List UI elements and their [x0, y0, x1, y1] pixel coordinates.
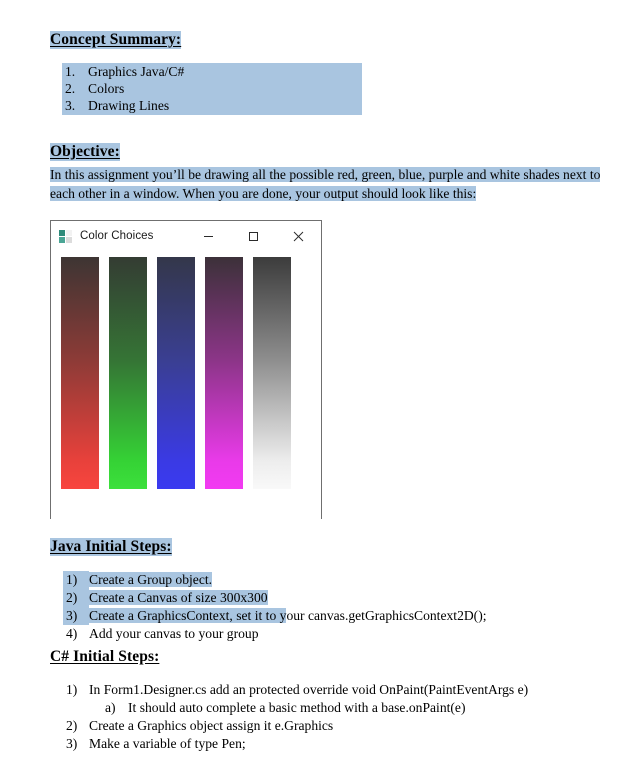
list-item: 2) Create a Canvas of size 300x300 [63, 589, 543, 608]
purple-gradient-bar [205, 257, 243, 489]
list-item-sub: a) It should auto complete a basic metho… [63, 699, 583, 717]
list-marker: 1) [66, 682, 78, 697]
list-item: 1. Graphics Java/C# [62, 63, 362, 82]
list-marker: a) [105, 700, 116, 715]
list-marker: 2. [62, 80, 88, 99]
list-item: 2. Colors [62, 80, 362, 99]
objective-heading: Objective: [50, 143, 120, 161]
list-item: 4) Add your canvas to your group [63, 625, 543, 643]
blue-gradient-bar [157, 257, 195, 489]
green-gradient-bar [109, 257, 147, 489]
java-initial-steps-list: 1) Create a Group object. 2) Create a Ca… [63, 571, 543, 643]
list-marker: 2) [66, 718, 78, 733]
list-item-label: In Form1.Designer.cs add an protected ov… [89, 682, 529, 697]
concept-summary-heading-wrap: Concept Summary: [50, 31, 182, 49]
list-item-label: Create a Canvas of size 300x300 [89, 590, 268, 605]
list-item-label: It should auto complete a basic method w… [128, 700, 466, 715]
objective-paragraph: In this assignment you’ll be drawing all… [50, 166, 635, 204]
concept-summary-heading: Concept Summary: [50, 31, 182, 49]
list-marker: 1) [63, 571, 89, 590]
maximize-icon[interactable] [231, 221, 276, 251]
objective-heading-wrap: Objective: [50, 143, 120, 161]
objective-paragraph-line-1: In this assignment you’ll be drawing all… [50, 167, 601, 182]
concept-summary-list: 1. Graphics Java/C# 2. Colors 3. Drawing… [62, 63, 362, 116]
list-item-label-plain: our canvas.getGraphicsContext2D(); [286, 608, 487, 623]
document-page: Concept Summary: 1. Graphics Java/C# 2. … [0, 0, 644, 768]
drawing-canvas [51, 251, 321, 519]
list-item-label: Drawing Lines [88, 97, 362, 116]
csharp-initial-steps-list: 1) In Form1.Designer.cs add an protected… [63, 681, 583, 753]
list-item: 2) Create a Graphics object assign it e.… [63, 717, 583, 735]
list-item-label: Create a Graphics object assign it e.Gra… [89, 718, 334, 733]
list-marker: 3) [66, 736, 78, 751]
window-controls [186, 221, 321, 251]
list-item: 3) Create a GraphicsContext, set it to y… [63, 607, 543, 626]
minimize-icon[interactable] [186, 221, 231, 251]
list-item: 1) Create a Group object. [63, 571, 543, 590]
objective-paragraph-line-2: each other in a window. When you are don… [50, 185, 477, 201]
list-item-label: Make a variable of type Pen; [89, 736, 246, 751]
close-icon[interactable] [276, 221, 321, 251]
list-item: 1) In Form1.Designer.cs add an protected… [63, 681, 583, 699]
java-steps-heading-wrap: Java Initial Steps: [50, 538, 172, 556]
list-item-label: Graphics Java/C# [88, 63, 362, 82]
list-item-label: Create a Group object. [89, 572, 213, 587]
list-marker: 4) [66, 626, 78, 641]
list-marker: 3) [63, 607, 89, 626]
list-item-label: Add your canvas to your group [89, 626, 259, 641]
list-item: 3. Drawing Lines [62, 97, 362, 116]
list-item-label-highlighted: Create a GraphicsContext, set it to y [89, 608, 287, 623]
color-choices-window: Color Choices [50, 220, 322, 519]
list-marker: 2) [63, 589, 89, 608]
red-gradient-bar [61, 257, 99, 489]
window-titlebar: Color Choices [51, 221, 321, 251]
csharp-initial-steps-heading: C# Initial Steps: [50, 648, 160, 665]
java-initial-steps-heading: Java Initial Steps: [50, 538, 172, 556]
list-marker: 1. [62, 63, 88, 82]
window-title: Color Choices [80, 230, 154, 242]
list-item: 3) Make a variable of type Pen; [63, 735, 583, 753]
list-item-label: Colors [88, 80, 362, 99]
csharp-steps-heading-wrap: C# Initial Steps: [50, 648, 159, 666]
app-color-swatch-icon [59, 229, 72, 243]
list-marker: 3. [62, 97, 88, 116]
list-item-label: Create a GraphicsContext, set it to your… [89, 607, 543, 625]
white-gradient-bar [253, 257, 291, 489]
